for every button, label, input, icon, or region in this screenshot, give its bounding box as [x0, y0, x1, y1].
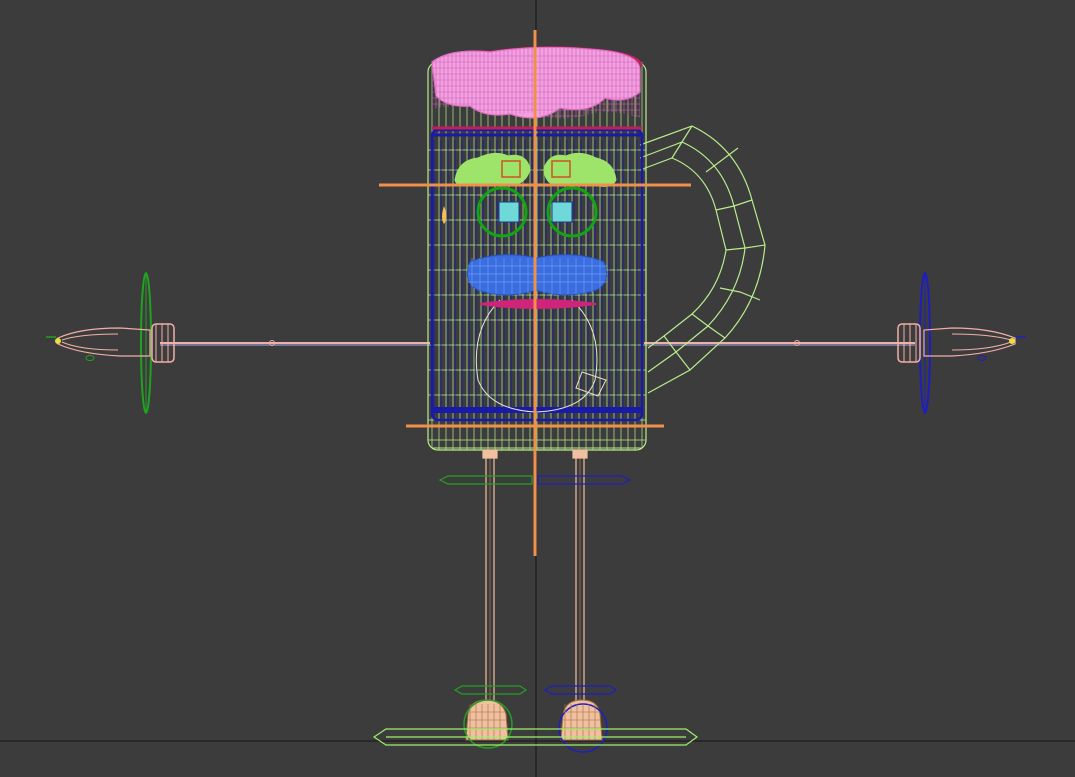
- scene-canvas[interactable]: [0, 0, 1075, 777]
- lips[interactable]: [479, 299, 597, 309]
- bone-controls[interactable]: [379, 30, 691, 556]
- mug-body[interactable]: [427, 61, 647, 451]
- foam[interactable]: [430, 46, 644, 125]
- 3d-viewport[interactable]: [0, 0, 1075, 777]
- left-hand-controls[interactable]: [46, 272, 175, 414]
- right-hand-controls[interactable]: [897, 272, 1026, 414]
- mug-handle[interactable]: [639, 125, 766, 394]
- mustache[interactable]: [466, 254, 608, 296]
